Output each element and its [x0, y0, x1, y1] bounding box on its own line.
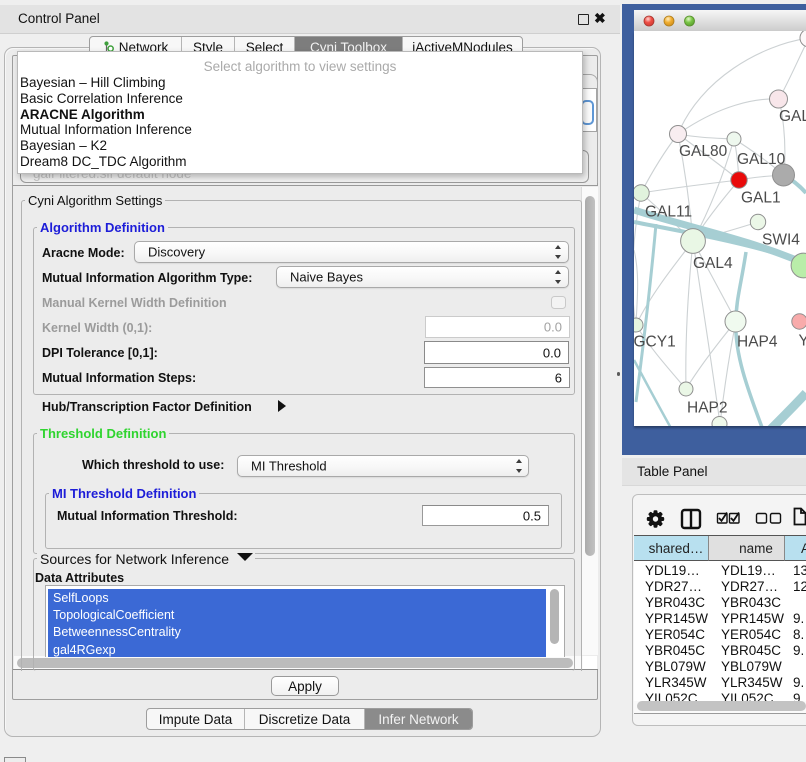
svg-text:GCY1: GCY1: [634, 334, 676, 351]
svg-text:GAL80: GAL80: [679, 143, 728, 160]
svg-text:HAP2: HAP2: [687, 400, 728, 417]
svg-text:HAP4: HAP4: [737, 334, 778, 351]
svg-text:GAL4: GAL4: [693, 255, 733, 272]
svg-text:GAL7: GAL7: [779, 108, 806, 125]
svg-text:GAL11: GAL11: [645, 204, 692, 221]
svg-text:Y: Y: [799, 333, 806, 350]
svg-text:SWI4: SWI4: [762, 232, 800, 249]
svg-text:GAL1: GAL1: [741, 190, 781, 207]
svg-text:GAL10: GAL10: [737, 151, 786, 168]
